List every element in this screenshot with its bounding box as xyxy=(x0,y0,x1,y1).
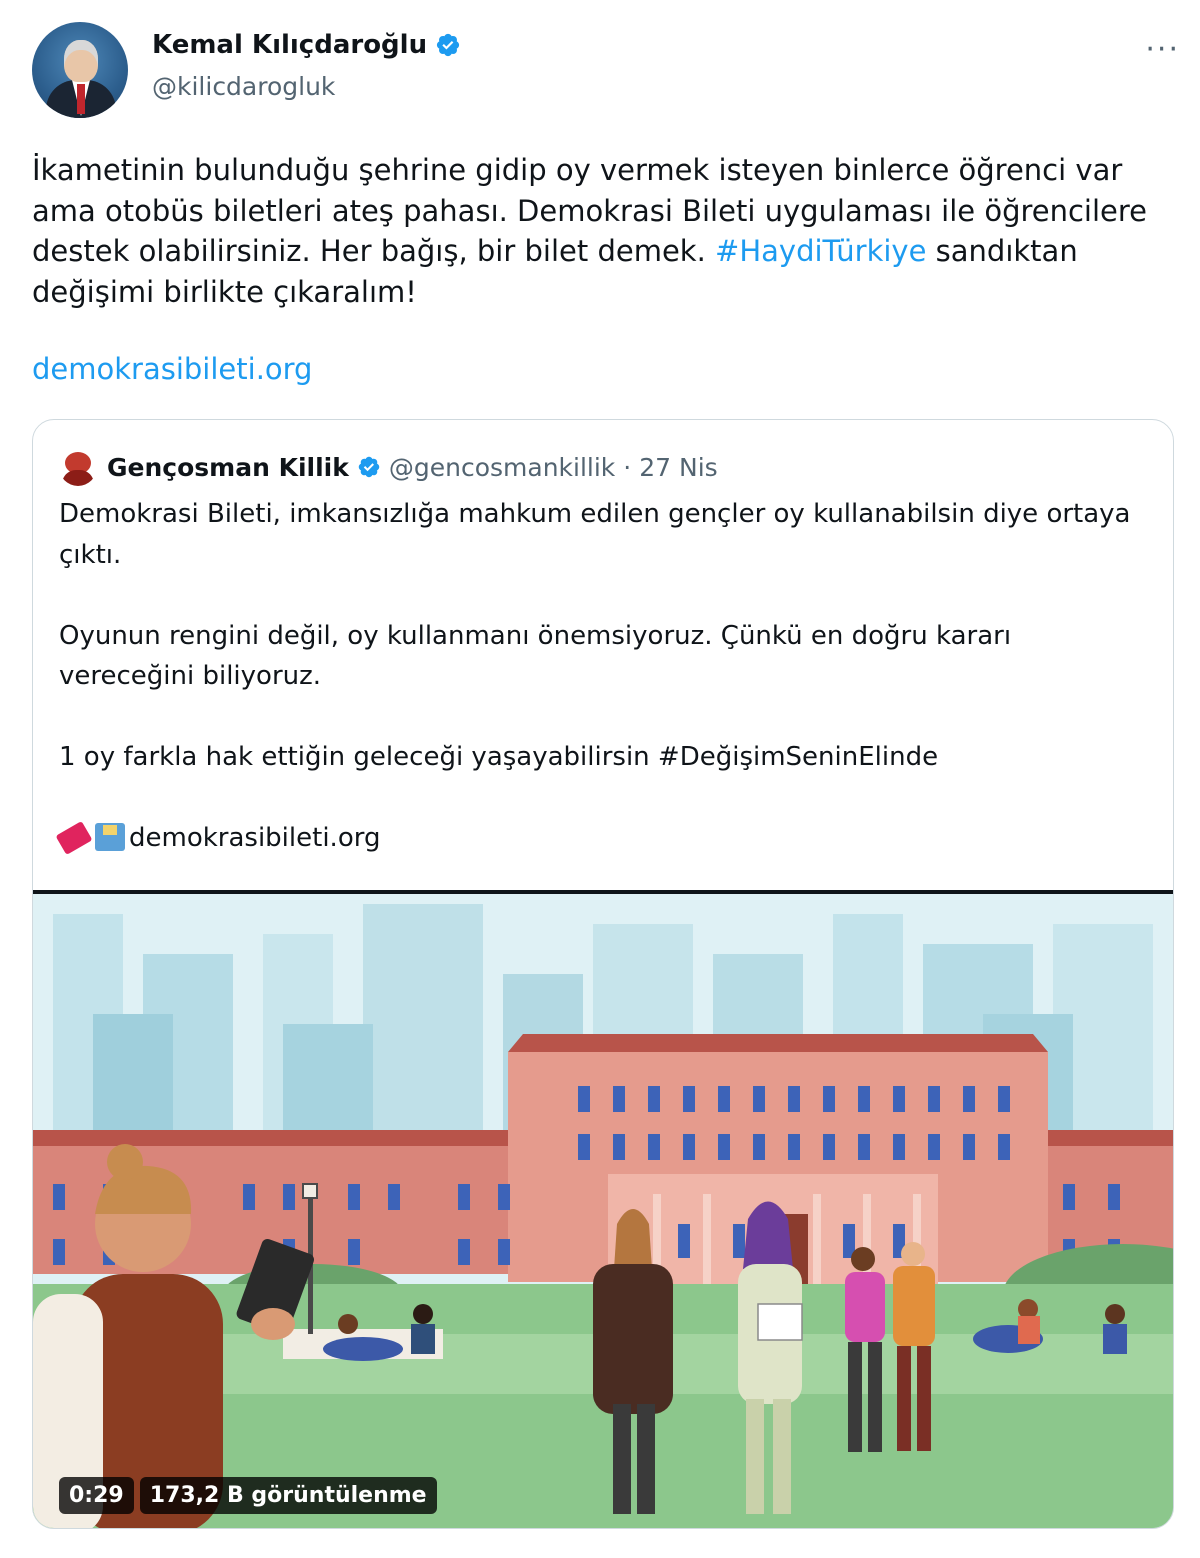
tweet-url-link[interactable]: demokrasibileti.org xyxy=(32,352,312,386)
video-player[interactable]: 0:29 173,2 B görüntülenme xyxy=(33,890,1173,1528)
quoted-paragraph: Demokrasi Bileti, imkansızlığa mahkum ed… xyxy=(59,499,1131,570)
author-name-text[interactable]: Kemal Kılıçdaroğlu xyxy=(152,30,427,60)
verified-badge-icon xyxy=(437,33,460,57)
quoted-tweet-date[interactable]: 27 Nis xyxy=(639,453,717,482)
quoted-link-text: demokrasibileti.org xyxy=(129,823,381,853)
quoted-paragraph: Oyunun rengini değil, oy kullanmanı önem… xyxy=(59,620,1012,692)
quoted-tweet-header: Gençosman Killik @gencosmankillik · 27 N… xyxy=(59,448,718,486)
video-views-badge: 173,2 B görüntülenme xyxy=(139,1477,437,1514)
quoted-link-line: demokrasibileti.org xyxy=(55,818,1139,859)
more-icon[interactable]: ··· xyxy=(1145,35,1180,65)
video-badges: 0:29 173,2 B görüntülenme xyxy=(59,1477,437,1514)
quoted-author-avatar[interactable] xyxy=(59,448,97,486)
tweet-text: İkametinin bulunduğu şehrine gidip oy ve… xyxy=(32,150,1182,312)
hashtag-link[interactable]: #HaydiTürkiye xyxy=(715,234,926,268)
author-name[interactable]: Kemal Kılıçdaroğlu xyxy=(152,30,461,60)
quoted-tweet-text: Demokrasi Bileti, imkansızlığa mahkum ed… xyxy=(55,494,1139,859)
quoted-paragraph: 1 oy farkla hak ettiğin geleceği yaşayab… xyxy=(59,742,939,772)
quoted-author-name[interactable]: Gençosman Killik xyxy=(107,453,349,482)
video-thumbnail-illustration xyxy=(33,894,1173,1528)
author-handle[interactable]: @kilicdarogluk xyxy=(152,72,335,101)
video-duration-badge: 0:29 xyxy=(59,1477,134,1514)
ballot-box-emoji-icon xyxy=(95,823,125,851)
quoted-author-handle[interactable]: @gencosmankillik xyxy=(389,453,615,482)
author-avatar[interactable] xyxy=(32,22,128,118)
quoted-tweet[interactable]: Gençosman Killik @gencosmankillik · 27 N… xyxy=(32,419,1174,1529)
ticket-emoji-icon xyxy=(55,820,93,856)
verified-badge-icon xyxy=(358,456,380,478)
header-separator: · xyxy=(623,452,632,482)
